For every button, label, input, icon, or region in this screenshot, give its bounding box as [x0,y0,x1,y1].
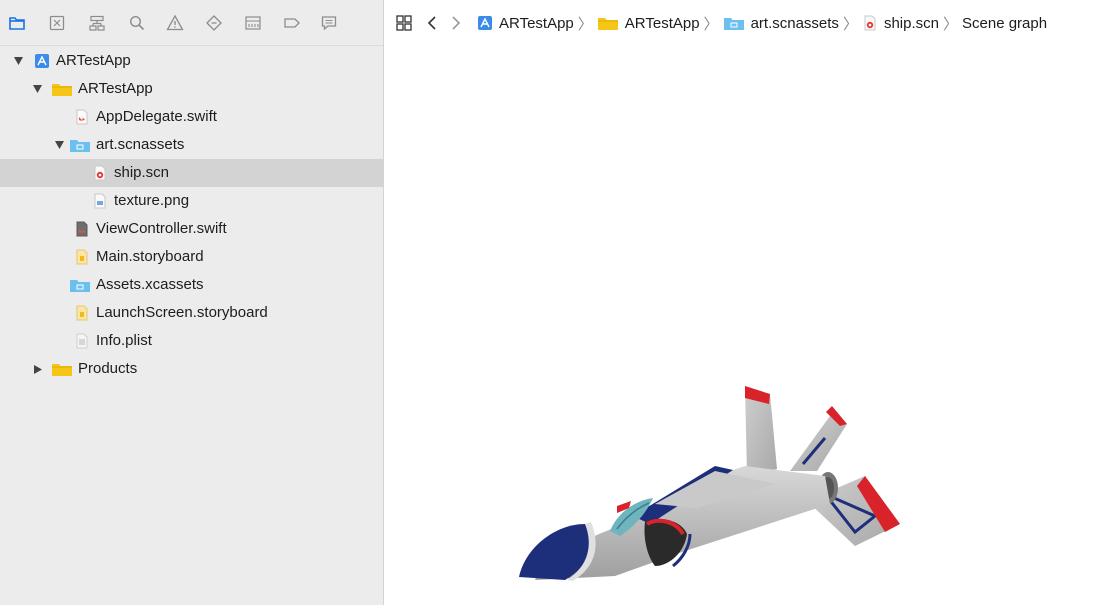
tree-item-label: Main.storyboard [96,248,204,265]
disclosure-triangle-expanded-icon[interactable] [13,56,23,66]
tree-item-launchscreen-storyboard[interactable]: LaunchScreen.storyboard [0,299,383,327]
yellow-folder-icon [51,81,73,97]
tree-item-appdelegate-swift[interactable]: AppDelegate.swift [0,103,383,131]
tree-item-assets-xcassets[interactable]: Assets.xcassets [0,271,383,299]
blue-folder-icon [69,277,91,293]
tree-item-label: ARTestApp [56,52,131,69]
breadcrumb-folder[interactable]: art.scnassets [723,0,839,46]
tree-item-artestapp-project[interactable]: ARTestApp [0,47,383,75]
breadcrumb-label: ARTestApp [499,14,574,32]
tree-item-info-plist[interactable]: Info.plist [0,327,383,355]
scene-file-icon [862,15,878,31]
plist-file-icon [74,333,90,349]
breadcrumb-separator-icon: 〉 [577,15,593,33]
gauge-icon[interactable] [242,12,264,34]
breadcrumb-scene-graph[interactable]: Scene graph [962,0,1047,46]
blue-folder-icon [723,15,745,31]
warning-icon[interactable] [164,12,186,34]
tree-item-art-scnassets[interactable]: art.scnassets [0,131,383,159]
storyboard-file-icon [74,249,90,265]
jump-bar: ARTestApp 〉 ARTestApp 〉 art.scnassets 〉 … [385,0,1113,46]
magnifier-icon[interactable] [126,12,148,34]
yellow-folder-icon [597,15,619,31]
speech-bubble-icon[interactable] [318,12,340,34]
tree-item-ship-scn[interactable]: ship.scn [0,159,383,187]
tree-item-products[interactable]: Products [0,355,383,383]
chevron-left-icon[interactable] [427,0,437,46]
tree-item-label: AppDelegate.swift [96,108,217,125]
swift-file-icon [74,109,90,125]
tree-item-label: ARTestApp [78,80,153,97]
yellow-folder-icon [51,361,73,377]
editor-area: ARTestApp 〉 ARTestApp 〉 art.scnassets 〉 … [385,0,1113,605]
ship-model [519,386,900,581]
project-navigator-pane: ARTestApp ARTestApp AppDelegate.swift ar… [0,0,384,605]
breakpoint-icon[interactable] [281,12,303,34]
breadcrumb-project[interactable]: ARTestApp [477,0,574,46]
folder-icon[interactable] [6,12,28,34]
breadcrumb-label: ARTestApp [624,14,700,32]
navigator-toolbar [0,0,384,46]
storyboard-file-icon [74,305,90,321]
project-icon [477,15,493,31]
breadcrumb-group[interactable]: ARTestApp [597,0,700,46]
tree-item-label: Assets.xcassets [96,276,204,293]
swift-file-icon [74,221,90,237]
breadcrumb-separator-icon: 〉 [703,15,719,33]
disclosure-triangle-collapsed-icon[interactable] [33,364,43,374]
tree-item-label: Info.plist [96,332,152,349]
breadcrumb-separator-icon: 〉 [942,15,958,33]
tree-item-label: ship.scn [114,164,170,181]
tree-item-label: Products [78,360,138,377]
source-control-icon[interactable] [46,12,68,34]
tree-item-label: ViewController.swift [96,220,227,237]
scene-file-icon [92,165,108,181]
blue-folder-icon [69,137,91,153]
navigator-divider [0,45,383,46]
breadcrumb-file[interactable]: ship.scn [862,0,939,46]
scene-viewport[interactable] [385,46,1113,605]
tree-item-main-storyboard[interactable]: Main.storyboard [0,243,383,271]
tree-item-texture-png[interactable]: texture.png [0,187,383,215]
tree-item-label: LaunchScreen.storyboard [96,304,268,321]
project-icon [34,53,50,69]
chevron-right-icon[interactable] [451,0,461,46]
breadcrumb-separator-icon: 〉 [842,15,858,33]
breadcrumb-label: Scene graph [962,14,1048,32]
disclosure-triangle-expanded-icon[interactable] [54,140,64,150]
breadcrumb-label: ship.scn [883,14,939,32]
tree-item-label: texture.png [114,192,190,209]
tree-item-label: art.scnassets [96,136,185,153]
related-items-grid-icon[interactable] [395,0,413,46]
diamond-icon[interactable] [203,12,225,34]
tree-item-artestapp-folder[interactable]: ARTestApp [0,75,383,103]
hierarchy-icon[interactable] [86,12,108,34]
image-file-icon [92,193,108,209]
tree-item-viewcontroller-swift[interactable]: ViewController.swift [0,215,383,243]
breadcrumb-label: art.scnassets [750,14,839,32]
disclosure-triangle-expanded-icon[interactable] [32,84,42,94]
